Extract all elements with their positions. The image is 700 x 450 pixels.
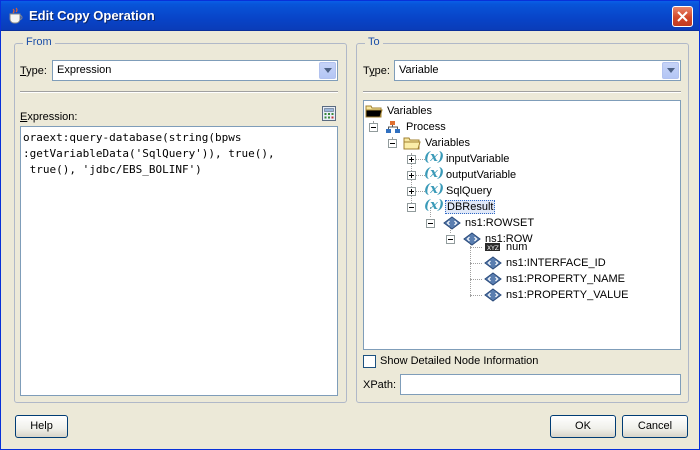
from-type-label: Type: xyxy=(20,65,47,77)
element-icon xyxy=(484,256,502,270)
svg-text:XYZ: XYZ xyxy=(487,245,499,252)
tree-node-process[interactable]: Process xyxy=(384,119,447,135)
tree-node-dbresult[interactable]: (x) DBResult xyxy=(424,198,496,215)
variable-icon: (x) xyxy=(424,182,445,197)
ok-button[interactable]: OK xyxy=(550,415,616,438)
from-type-value: Expression xyxy=(57,64,112,76)
title-bar: Edit Copy Operation xyxy=(1,1,699,31)
help-button[interactable]: Help xyxy=(15,415,68,438)
expand-toggle[interactable] xyxy=(407,171,416,180)
to-type-value: Variable xyxy=(399,64,439,76)
expression-textarea[interactable]: oraext:query-database(string(bpws :getVa… xyxy=(20,126,338,396)
element-icon xyxy=(443,216,461,230)
from-legend: From xyxy=(23,36,55,48)
attribute-icon: XYZ xyxy=(484,240,502,254)
close-icon xyxy=(677,11,688,22)
chevron-down-icon xyxy=(319,62,336,79)
xpath-label: XPath: xyxy=(363,379,397,391)
close-button[interactable] xyxy=(672,6,693,27)
collapse-toggle[interactable] xyxy=(426,219,435,228)
show-detailed-checkbox[interactable] xyxy=(363,355,376,368)
collapse-toggle[interactable] xyxy=(369,123,378,132)
expression-builder-icon[interactable] xyxy=(322,106,336,121)
tree-node-outputvariable[interactable]: (x) outputVariable xyxy=(424,166,517,183)
to-divider xyxy=(363,91,681,93)
variable-tree[interactable]: Variables Process Variables (x) inputVar… xyxy=(363,100,681,350)
tree-node-interface-id[interactable]: ns1:INTERFACE_ID xyxy=(484,255,607,271)
to-type-label: Type: xyxy=(363,65,390,77)
tree-node-rowset[interactable]: ns1:ROWSET xyxy=(443,215,535,231)
show-detailed-label: Show Detailed Node Information xyxy=(380,355,539,367)
edit-copy-operation-dialog: Edit Copy Operation From Type: Expressio… xyxy=(0,0,700,450)
folder-icon xyxy=(365,104,383,118)
to-type-select[interactable]: Variable xyxy=(394,60,681,81)
collapse-toggle[interactable] xyxy=(446,235,455,244)
tree-node-sqlquery[interactable]: (x) SqlQuery xyxy=(424,182,493,199)
app-cup-icon xyxy=(7,7,25,25)
variable-icon: (x) xyxy=(424,166,445,181)
window-title: Edit Copy Operation xyxy=(29,8,155,23)
tree-node-property-value[interactable]: ns1:PROPERTY_VALUE xyxy=(484,287,629,303)
process-icon xyxy=(384,120,402,134)
collapse-toggle[interactable] xyxy=(407,203,416,212)
from-divider xyxy=(20,91,338,93)
tree-node-property-name[interactable]: ns1:PROPERTY_NAME xyxy=(484,271,626,287)
collapse-toggle[interactable] xyxy=(388,139,397,148)
xpath-input[interactable] xyxy=(400,374,681,395)
variable-icon: (x) xyxy=(424,150,445,165)
cancel-button[interactable]: Cancel xyxy=(622,415,688,438)
expand-toggle[interactable] xyxy=(407,187,416,196)
element-icon xyxy=(484,272,502,286)
tree-node-num[interactable]: XYZ num xyxy=(484,239,528,255)
variable-icon: (x) xyxy=(424,198,445,213)
expand-toggle[interactable] xyxy=(407,155,416,164)
expression-label: Expression: xyxy=(20,111,78,123)
to-legend: To xyxy=(365,36,383,48)
folder-icon xyxy=(403,136,421,150)
element-icon xyxy=(484,288,502,302)
tree-node-inputvariable[interactable]: (x) inputVariable xyxy=(424,150,510,167)
tree-node-variables[interactable]: Variables xyxy=(403,135,471,151)
from-type-select[interactable]: Expression xyxy=(52,60,338,81)
tree-node-variables-root[interactable]: Variables xyxy=(365,103,433,119)
chevron-down-icon xyxy=(662,62,679,79)
element-icon xyxy=(463,232,481,246)
